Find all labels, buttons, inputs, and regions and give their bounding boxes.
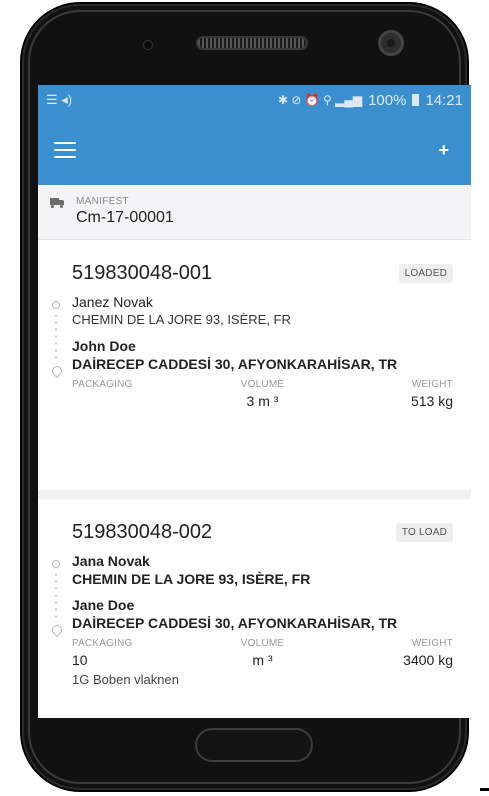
volume-label: VOLUME <box>240 379 285 390</box>
shipment-id: 519830048-002 <box>72 521 213 543</box>
weight-label: WEIGHT <box>411 379 453 390</box>
edge-mark <box>480 788 489 791</box>
volume-value: m ³ <box>252 652 273 668</box>
status-icons: ✱ ⊘ ⏰ ⚲ ▂▄▆ <box>277 93 363 107</box>
destination-pin-icon <box>49 622 65 638</box>
route: Janez Novak CHEMIN DE LA JORE 93, ISÈRE,… <box>49 293 453 379</box>
app-bar: + <box>38 115 471 185</box>
status-badge: TO LOAD <box>395 523 453 542</box>
status-badge: LOADED <box>398 264 453 283</box>
packaging-label: PACKAGING <box>72 638 133 649</box>
sensor-dot <box>143 40 153 50</box>
route: Jana Novak CHEMIN DE LA JORE 93, ISÈRE, … <box>49 552 453 638</box>
front-camera-icon <box>378 30 404 56</box>
sender-name: Janez Novak <box>72 294 153 310</box>
app-screen: ☰ ◂) ✱ ⊘ ⏰ ⚲ ▂▄▆ 100% 14:21 + MANIFEST C… <box>38 85 471 718</box>
packaging-description: 1G Boben vlaknen <box>72 672 179 687</box>
truck-icon <box>50 198 64 208</box>
route-dots <box>55 312 57 364</box>
earpiece-speaker <box>196 36 308 50</box>
home-button[interactable] <box>195 728 313 762</box>
status-right: ✱ ⊘ ⏰ ⚲ ▂▄▆ 100% 14:21 <box>278 92 463 109</box>
shipment-card[interactable]: 519830048-002 TO LOAD Jana Novak CHEMIN … <box>38 499 471 718</box>
sender-address: CHEMIN DE LA JORE 93, ISÈRE, FR <box>72 312 291 327</box>
sender-name: Jana Novak <box>72 553 150 569</box>
add-button[interactable]: + <box>432 136 455 165</box>
route-line <box>49 301 65 379</box>
origin-circle-icon <box>52 560 60 568</box>
route-dots <box>55 571 57 623</box>
clock: 14:21 <box>425 91 463 109</box>
manifest-value: Cm-17-00001 <box>76 209 174 226</box>
metrics: PACKAGING VOLUME 3 m ³ WEIGHT 513 kg <box>50 379 453 409</box>
shipment-card[interactable]: 519830048-001 LOADED Janez Novak CHEMIN … <box>38 240 471 490</box>
volume-value: 3 m ³ <box>246 393 279 409</box>
hamburger-menu-icon[interactable] <box>54 142 76 158</box>
status-bar: ☰ ◂) ✱ ⊘ ⏰ ⚲ ▂▄▆ 100% 14:21 <box>38 85 471 115</box>
weight-value: 513 kg <box>410 393 453 409</box>
packaging-label: PACKAGING <box>72 379 133 390</box>
weight-value: 3400 kg <box>403 652 453 668</box>
metrics: PACKAGING 10 VOLUME m ³ WEIGHT 3400 kg <box>50 638 453 668</box>
recipient-name: Jane Doe <box>72 597 135 613</box>
manifest-label: MANIFEST <box>76 196 129 207</box>
shipment-id: 519830048-001 <box>72 262 213 284</box>
volume-label: VOLUME <box>240 638 285 649</box>
manifest-header[interactable]: MANIFEST Cm-17-00001 <box>38 185 471 240</box>
recipient-address: DAİRECEP CADDESİ 30, AFYONKARAHİSAR, TR <box>72 356 398 372</box>
destination-pin-icon <box>49 363 65 379</box>
route-line <box>49 560 65 638</box>
origin-circle-icon <box>52 301 60 309</box>
status-left-text: ☰ ◂) <box>46 92 73 107</box>
weight-label: WEIGHT <box>411 638 453 649</box>
recipient-name: John Doe <box>72 338 136 354</box>
sender-address: CHEMIN DE LA JORE 93, ISÈRE, FR <box>72 571 311 587</box>
battery-icon <box>412 94 420 106</box>
battery-percent: 100% <box>368 91 407 109</box>
packaging-value: 10 <box>72 652 88 668</box>
status-left-icons: ☰ ◂) <box>46 92 72 108</box>
recipient-address: DAİRECEP CADDESİ 30, AFYONKARAHİSAR, TR <box>72 615 398 631</box>
